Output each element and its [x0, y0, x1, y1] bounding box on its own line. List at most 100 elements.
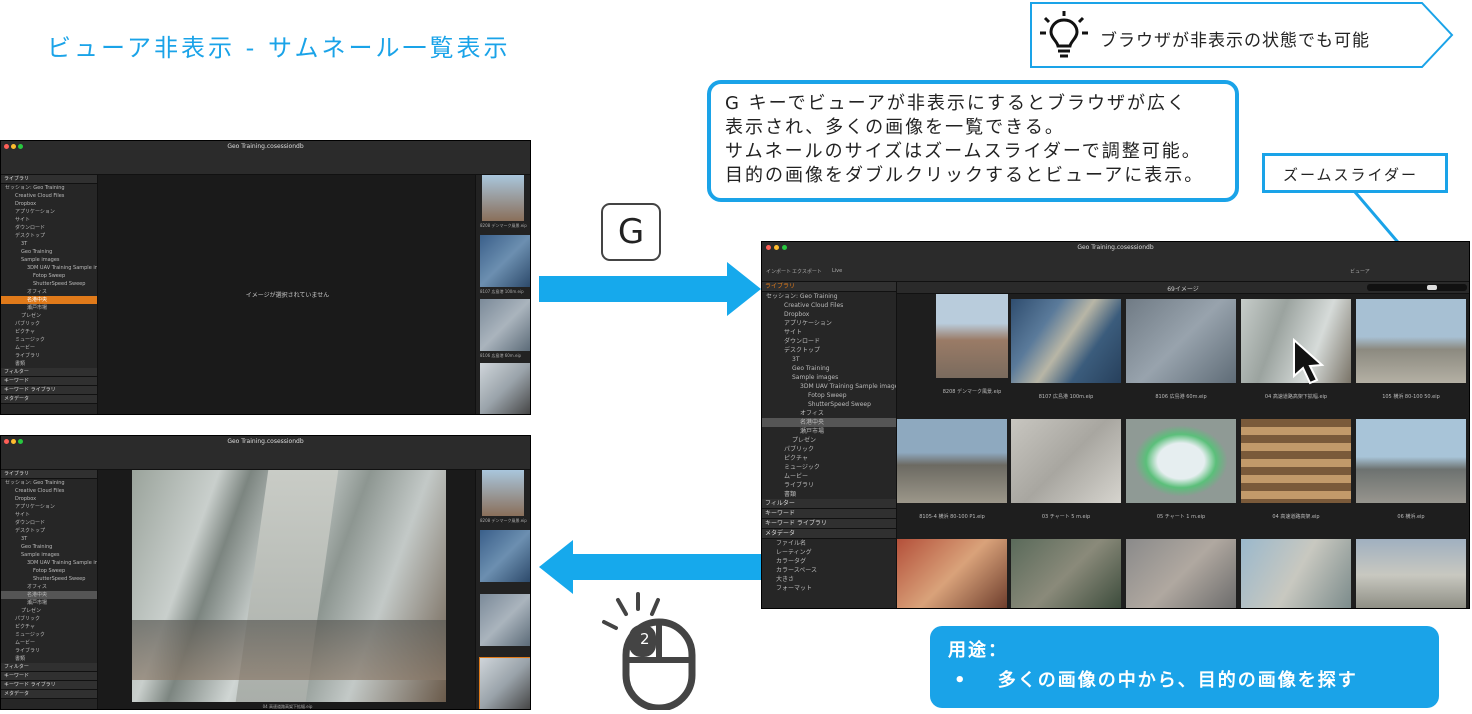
grid-image[interactable] [1356, 539, 1466, 608]
grid-image[interactable] [936, 294, 1008, 378]
tree-item[interactable]: オフィス [762, 409, 896, 418]
library-header[interactable]: ライブラリ [762, 282, 896, 292]
toolbar-live[interactable]: Live [832, 268, 842, 274]
tree-item[interactable]: アプリケーション [1, 503, 97, 511]
tree-item[interactable]: 書類 [1, 360, 97, 368]
tree-item[interactable]: ライブラリ [1, 647, 97, 655]
tree-item[interactable]: プレゼン [762, 436, 896, 445]
tree-item[interactable]: Geo Training [1, 248, 97, 256]
tree-item[interactable]: 書類 [762, 490, 896, 499]
tree-item[interactable]: ミュージック [762, 463, 896, 472]
grid-cell[interactable]: 06 横浜.eip [1356, 419, 1466, 520]
keyword-library-header[interactable]: キーワード ライブラリ [762, 519, 896, 529]
zoom-slider[interactable] [1367, 284, 1467, 291]
session-label[interactable]: セッション: Geo Training [762, 292, 896, 301]
library-header[interactable]: ライブラリ [1, 470, 97, 479]
tree-item[interactable]: アプリケーション [1, 208, 97, 216]
grid-cell[interactable]: 105 横浜 80-100 50.eip [1356, 299, 1466, 400]
thumbnail[interactable] [482, 470, 524, 516]
tree-item[interactable]: ミュージック [1, 336, 97, 344]
tree-item[interactable]: Dropbox [1, 495, 97, 503]
toolbar-viewer[interactable]: ビューア [1350, 268, 1370, 275]
tree-item-selected[interactable]: 名港中央 [762, 418, 896, 427]
filter-header[interactable]: フィルター [1, 368, 97, 377]
thumbnail[interactable] [480, 530, 530, 582]
tree-item[interactable]: ムービー [1, 639, 97, 647]
tree-item[interactable]: ミュージック [1, 631, 97, 639]
tree-item[interactable]: Geo Training [1, 543, 97, 551]
thumbnail-strip[interactable]: 8208 デンマーク風景.eip [475, 470, 530, 709]
tree-item[interactable]: ライブラリ [1, 352, 97, 360]
grid-image[interactable] [1011, 419, 1121, 503]
tree-item[interactable]: ShutterSpeed Sweep [1, 280, 97, 288]
session-label[interactable]: セッション: Geo Training [1, 479, 97, 487]
metadata-header[interactable]: メタデータ [762, 529, 896, 539]
tree-item[interactable]: 3DM UAV Training Sample images [762, 382, 896, 391]
grid-cell[interactable]: 8105-4 横浜 80-100 P1.eip [897, 419, 1007, 520]
grid-image[interactable] [1011, 299, 1121, 383]
tree-item[interactable]: パブリック [1, 320, 97, 328]
thumbnail-strip[interactable]: 8208 デンマーク風景.eip 8107 広島港 100m.eip 8106 … [475, 175, 530, 414]
tree-item[interactable]: ダウンロード [1, 519, 97, 527]
grid-cell[interactable]: 04 高速道路高架.eip [1241, 419, 1351, 520]
tree-item[interactable]: 書類 [1, 655, 97, 663]
grid-cell[interactable]: 8107 広島港 100m.eip [1011, 299, 1121, 400]
tree-item[interactable]: ダウンロード [1, 224, 97, 232]
tree-item[interactable]: Creative Cloud Files [762, 301, 896, 310]
filter-header[interactable]: フィルター [762, 499, 896, 509]
viewer[interactable]: 04 高速道路高架下拡幅.eip [98, 470, 477, 709]
grid-cell[interactable]: 03 チャート 5 m.eip [1011, 419, 1121, 520]
tree-item[interactable]: Geo Training [762, 364, 896, 373]
tree-item[interactable]: 瀬戸市場 [1, 304, 97, 312]
tree-item[interactable]: デスクトップ [762, 346, 896, 355]
thumbnail[interactable] [480, 235, 530, 287]
tree-item[interactable]: 瀬戸市場 [762, 427, 896, 436]
thumbnail[interactable] [482, 175, 524, 221]
tree-item[interactable]: アプリケーション [762, 319, 896, 328]
tree-item[interactable]: Dropbox [762, 310, 896, 319]
tree-item[interactable]: パブリック [762, 445, 896, 454]
tree-item[interactable]: サイト [1, 511, 97, 519]
tree-item[interactable]: 瀬戸市場 [1, 599, 97, 607]
keyword-library-header[interactable]: キーワード ライブラリ [1, 681, 97, 690]
grid-image[interactable] [1356, 299, 1466, 383]
tree-item[interactable]: デスクトップ [1, 232, 97, 240]
tree-item[interactable]: Sample images [1, 256, 97, 264]
library-header[interactable]: ライブラリ [1, 175, 97, 184]
tree-item-selected[interactable]: 名港中央 [1, 591, 97, 599]
grid-image[interactable] [897, 419, 1007, 503]
keyword-library-header[interactable]: キーワード ライブラリ [1, 386, 97, 395]
tree-item[interactable]: デスクトップ [1, 527, 97, 535]
tree-item[interactable]: Fotop Sweep [1, 272, 97, 280]
tree-item[interactable]: プレゼン [1, 312, 97, 320]
grid-image[interactable] [1126, 299, 1236, 383]
tree-item[interactable]: ShutterSpeed Sweep [1, 575, 97, 583]
tree-item[interactable]: Dropbox [1, 200, 97, 208]
grid-image[interactable] [1356, 419, 1466, 503]
tree-item[interactable]: パブリック [1, 615, 97, 623]
thumbnail[interactable] [480, 299, 530, 351]
viewer[interactable]: イメージが選択されていません [98, 175, 477, 414]
thumbnail-selected[interactable] [479, 657, 530, 709]
grid-image[interactable] [1126, 539, 1236, 608]
tree-item[interactable]: Fotop Sweep [1, 567, 97, 575]
tree-item[interactable]: ピクチャ [1, 623, 97, 631]
session-label[interactable]: セッション: Geo Training [1, 184, 97, 192]
keyword-header[interactable]: キーワード [762, 509, 896, 519]
metadata-header[interactable]: メタデータ [1, 395, 97, 404]
grid-image[interactable] [1126, 419, 1236, 503]
grid-image[interactable] [1241, 419, 1351, 503]
zoom-slider-handle[interactable] [1427, 285, 1437, 290]
grid-image[interactable] [1241, 539, 1351, 608]
viewer-image[interactable] [132, 470, 446, 702]
metadata-header[interactable]: メタデータ [1, 690, 97, 699]
tree-item[interactable]: 3DM UAV Training Sample images [1, 264, 97, 272]
thumbnail[interactable] [480, 594, 530, 646]
tree-item[interactable]: Fotop Sweep [762, 391, 896, 400]
tree-item[interactable]: Creative Cloud Files [1, 192, 97, 200]
tree-item[interactable]: ShutterSpeed Sweep [762, 400, 896, 409]
tree-item[interactable]: ピクチャ [762, 454, 896, 463]
keyword-header[interactable]: キーワード [1, 672, 97, 681]
tree-item[interactable]: ムービー [762, 472, 896, 481]
tree-item[interactable]: 3T [1, 240, 97, 248]
